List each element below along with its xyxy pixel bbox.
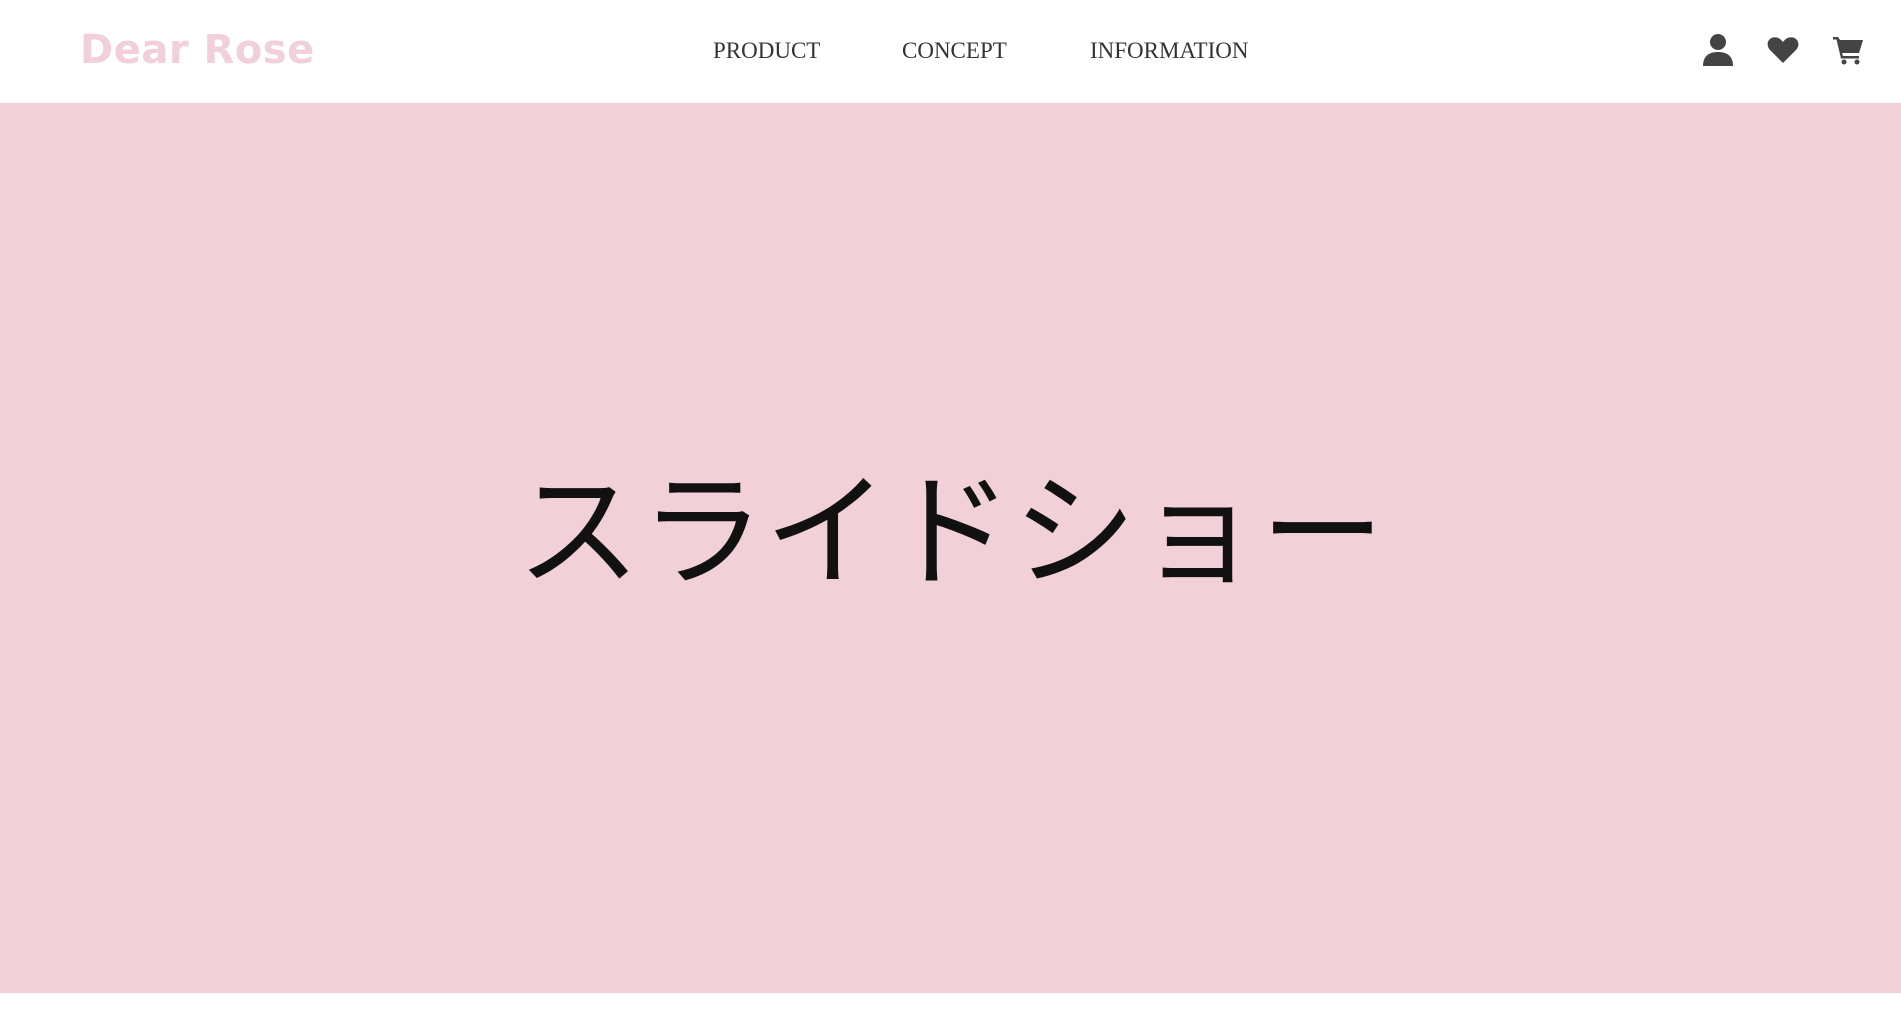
site-header: Dear Rose PRODUCT CONCEPT INFORMATION bbox=[0, 0, 1901, 103]
account-button[interactable] bbox=[1698, 30, 1738, 70]
nav-item-information[interactable]: INFORMATION bbox=[1090, 36, 1248, 66]
cart-button[interactable] bbox=[1828, 30, 1868, 70]
nav-item-product[interactable]: PRODUCT bbox=[713, 36, 820, 66]
main-nav: PRODUCT CONCEPT INFORMATION bbox=[0, 36, 1901, 66]
nav-item-concept[interactable]: CONCEPT bbox=[902, 36, 1007, 66]
slideshow-placeholder-text: スライドショー bbox=[516, 461, 1385, 605]
hero-slideshow: スライドショー bbox=[0, 103, 1901, 993]
heart-icon bbox=[1767, 37, 1799, 63]
cart-icon bbox=[1833, 37, 1863, 65]
favorites-button[interactable] bbox=[1763, 30, 1803, 70]
user-icon bbox=[1703, 34, 1733, 66]
